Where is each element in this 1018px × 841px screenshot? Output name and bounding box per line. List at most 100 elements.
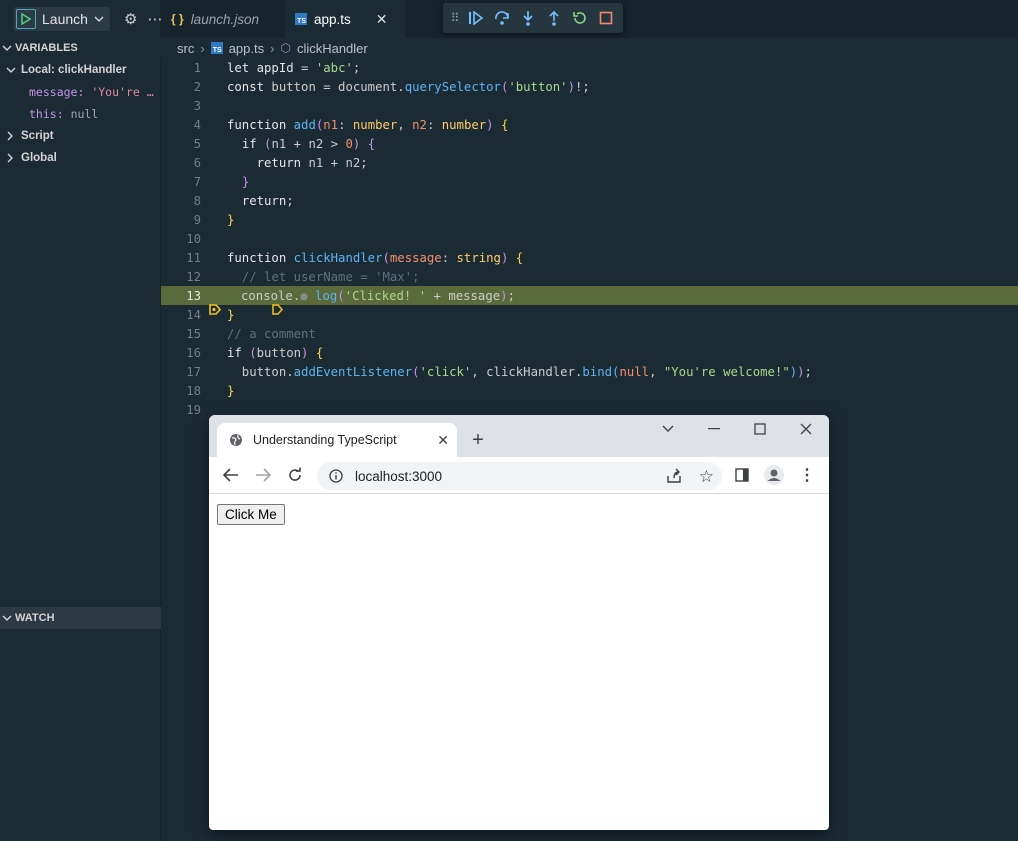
variable-value: null bbox=[70, 107, 99, 121]
code-line: 12 // let userName = 'Max'; bbox=[161, 267, 1018, 286]
code-line: 17 button.addEventListener('click', clic… bbox=[161, 362, 1018, 381]
browser-tab[interactable]: Understanding TypeScript ✕ bbox=[217, 423, 457, 457]
close-icon[interactable]: ✕ bbox=[376, 11, 388, 28]
script-scope-node[interactable]: Script bbox=[6, 125, 54, 147]
step-into-icon[interactable] bbox=[519, 9, 537, 27]
code-line: 16 if (button) { bbox=[161, 343, 1018, 362]
global-scope-label: Global bbox=[21, 152, 57, 164]
breadcrumb: src › TS app.ts › ⬡ clickHandler bbox=[177, 40, 368, 56]
line-number: 11 bbox=[186, 250, 201, 265]
tab-search-chevron-icon[interactable] bbox=[656, 417, 680, 441]
stack-frame-arrow-icon bbox=[228, 290, 284, 315]
line-number: 4 bbox=[193, 117, 201, 132]
drag-handle-icon[interactable]: ⠿ bbox=[451, 9, 460, 27]
code-line: 1 let appId = 'abc'; bbox=[161, 58, 1018, 77]
variable-name: this: bbox=[29, 107, 64, 121]
tab-app-ts[interactable]: TS app.ts ✕ bbox=[285, 0, 405, 38]
line-number: 10 bbox=[186, 231, 201, 246]
breadcrumb-folder[interactable]: src bbox=[177, 41, 194, 56]
chevron-right-icon bbox=[7, 153, 13, 163]
side-panel-icon[interactable] bbox=[730, 463, 754, 487]
line-number: 17 bbox=[186, 364, 201, 379]
code-line: 15// a comment bbox=[161, 324, 1018, 343]
debug-toolbar-top: Launch ⚙ ⋯ bbox=[0, 0, 162, 38]
stop-icon[interactable] bbox=[597, 9, 615, 27]
line-number: 13 bbox=[186, 288, 201, 303]
local-scope-node[interactable]: Local: clickHandler bbox=[6, 59, 126, 81]
start-debugging-icon[interactable] bbox=[16, 9, 36, 29]
line-number: 14 bbox=[186, 307, 201, 322]
debug-sidebar: Launch ⚙ ⋯ VARIABLES Local: clickHandler… bbox=[0, 0, 162, 841]
click-me-button[interactable]: Click Me bbox=[217, 504, 285, 525]
watch-header-label: WATCH bbox=[15, 612, 55, 624]
url-text: localhost:3000 bbox=[355, 468, 443, 484]
share-icon[interactable] bbox=[666, 468, 682, 487]
local-scope-label: Local: clickHandler bbox=[21, 64, 127, 76]
tab-label: app.ts bbox=[314, 11, 351, 27]
browser-tab-strip: Understanding TypeScript ✕ + bbox=[209, 415, 829, 457]
code-line: 7 } bbox=[161, 172, 1018, 191]
line-number: 15 bbox=[186, 326, 201, 341]
maximize-icon[interactable] bbox=[748, 417, 772, 441]
debug-floating-toolbar: ⠿ bbox=[443, 3, 623, 33]
step-out-icon[interactable] bbox=[545, 9, 563, 27]
profile-avatar-icon[interactable] bbox=[762, 463, 786, 487]
variable-message[interactable]: message: 'You're … bbox=[29, 81, 154, 103]
line-number: 7 bbox=[193, 174, 201, 189]
line-number: 12 bbox=[186, 269, 201, 284]
json-file-icon: { } bbox=[171, 12, 184, 26]
method-icon: ⬡ bbox=[280, 41, 291, 55]
line-number: 3 bbox=[193, 98, 201, 113]
variable-name: message: bbox=[29, 85, 85, 99]
minimize-icon[interactable] bbox=[702, 417, 726, 441]
variables-header-label: VARIABLES bbox=[15, 42, 78, 54]
back-arrow-icon[interactable] bbox=[219, 463, 243, 487]
step-over-icon[interactable] bbox=[493, 9, 511, 27]
new-tab-icon[interactable]: + bbox=[466, 428, 490, 452]
line-number: 9 bbox=[193, 212, 201, 227]
info-icon[interactable] bbox=[329, 469, 343, 483]
chevron-down-icon bbox=[6, 67, 16, 73]
breadcrumb-file[interactable]: app.ts bbox=[229, 41, 264, 56]
gear-icon[interactable]: ⚙ bbox=[124, 10, 137, 28]
line-number: 16 bbox=[186, 345, 201, 360]
forward-arrow-icon[interactable] bbox=[251, 463, 275, 487]
code-line: 4 function add(n1: number, n2: number) { bbox=[161, 115, 1018, 134]
bookmark-star-icon[interactable]: ☆ bbox=[699, 467, 714, 487]
code-line: 6 return n1 + n2; bbox=[161, 153, 1018, 172]
watch-section-header[interactable]: WATCH bbox=[0, 607, 161, 629]
chevron-down-icon bbox=[2, 45, 12, 51]
restart-icon[interactable] bbox=[571, 9, 589, 27]
code-line: 3 bbox=[161, 96, 1018, 115]
variable-value: 'You're … bbox=[91, 85, 154, 99]
editor-tabs: { } launch.json TS app.ts ✕ ⠿ bbox=[161, 0, 1018, 38]
code-line: 10 bbox=[161, 229, 1018, 248]
current-line-highlight: 13 console.● log('Clicked! ' + message); bbox=[161, 286, 1018, 315]
reload-icon[interactable] bbox=[283, 463, 307, 487]
line-number: 8 bbox=[193, 193, 201, 208]
line-number: 1 bbox=[193, 60, 201, 75]
window-close-icon[interactable] bbox=[794, 417, 818, 441]
code-line: 2 const button = document.querySelector('… bbox=[161, 77, 1018, 96]
variable-this[interactable]: this: null bbox=[29, 103, 98, 125]
code-line: 8 return; bbox=[161, 191, 1018, 210]
more-menu-icon[interactable]: ⋮ bbox=[795, 463, 819, 487]
browser-window: Understanding TypeScript ✕ + localhost:3… bbox=[209, 415, 829, 830]
variables-section-header[interactable]: VARIABLES bbox=[0, 37, 161, 59]
code-line: 18} bbox=[161, 381, 1018, 400]
address-bar[interactable]: localhost:3000 ☆ bbox=[317, 462, 722, 490]
tab-label: launch.json bbox=[190, 11, 259, 27]
globe-icon bbox=[230, 434, 242, 446]
launch-config-button[interactable]: Launch bbox=[14, 7, 110, 31]
typescript-file-icon: TS bbox=[210, 42, 223, 54]
line-number: 18 bbox=[186, 383, 201, 398]
global-scope-node[interactable]: Global bbox=[6, 147, 57, 169]
chevron-down-icon[interactable] bbox=[94, 15, 104, 23]
continue-icon[interactable] bbox=[467, 9, 485, 27]
code-line: 11 function clickHandler(message: string)… bbox=[161, 248, 1018, 267]
breadcrumb-symbol[interactable]: clickHandler bbox=[297, 41, 368, 56]
code-line: 5 if (n1 + n2 > 0) { bbox=[161, 134, 1018, 153]
tab-launch-json[interactable]: { } launch.json bbox=[161, 0, 285, 38]
close-tab-icon[interactable]: ✕ bbox=[437, 432, 449, 449]
line-number: 19 bbox=[186, 402, 201, 417]
